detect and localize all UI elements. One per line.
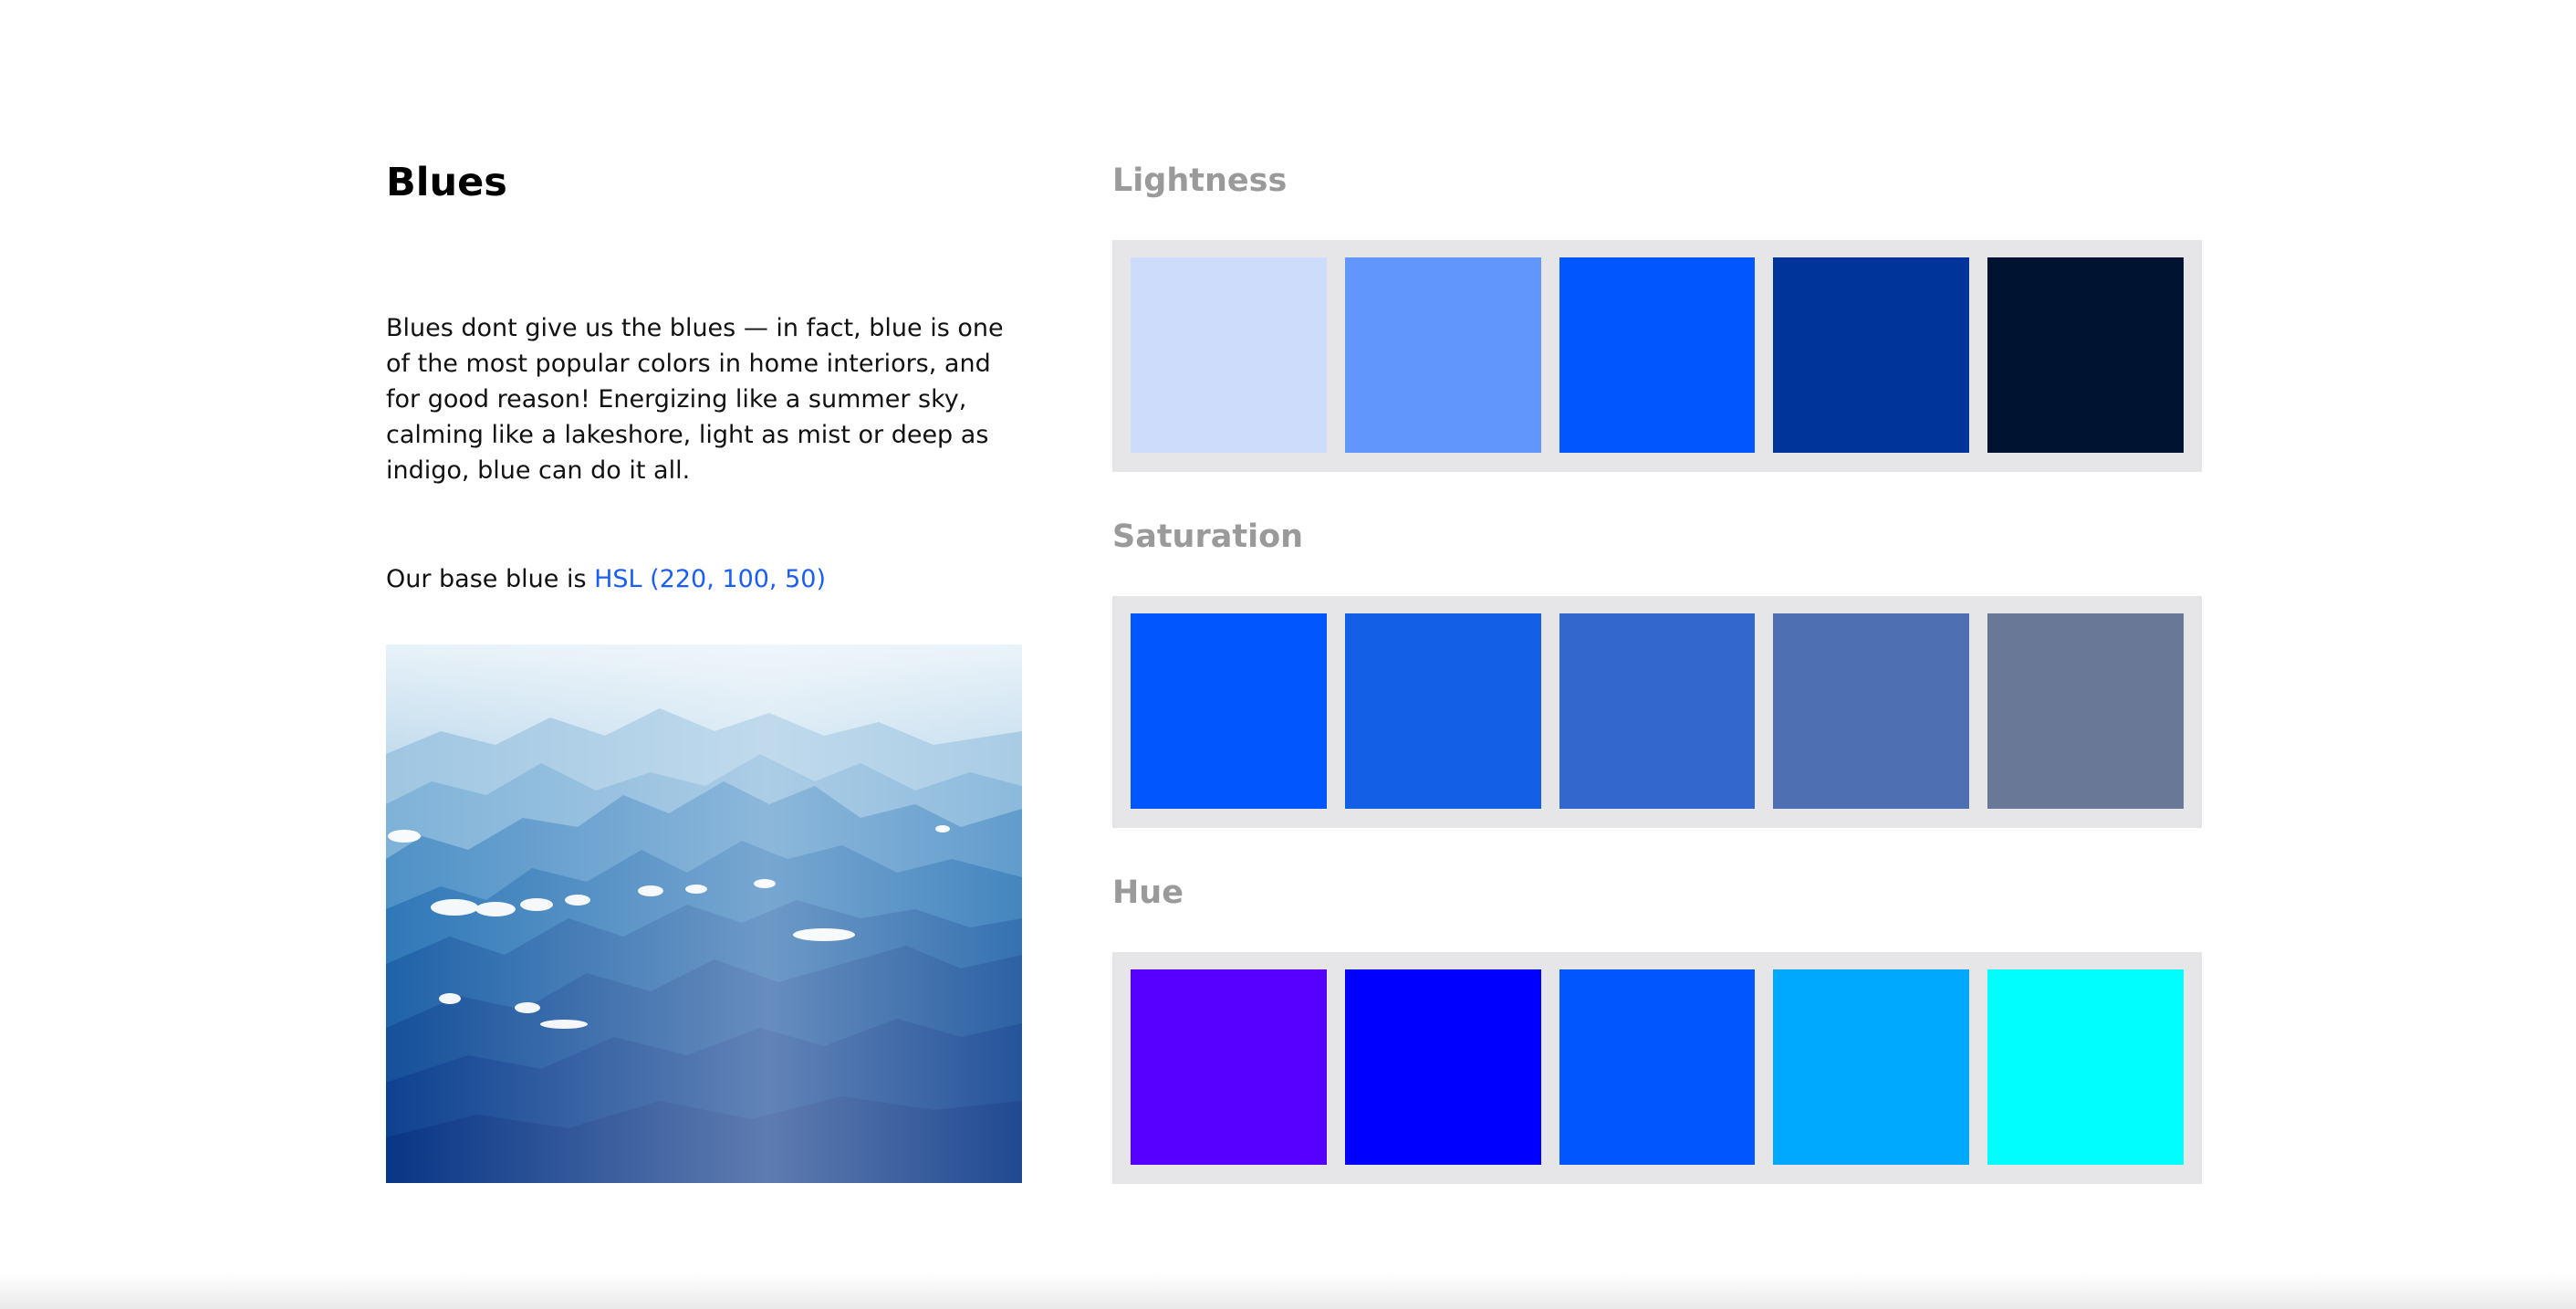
intro-column: Blues Blues dont give us the blues — in …	[386, 146, 1025, 593]
palette-hue	[1112, 952, 2202, 1184]
swatch-lightness-2[interactable]	[1344, 257, 1541, 453]
swatch-hue-2[interactable]	[1344, 969, 1541, 1165]
swatch-saturation-4[interactable]	[1773, 613, 1970, 809]
swatch-hue-1[interactable]	[1131, 969, 1327, 1165]
swatch-lightness-4[interactable]	[1773, 257, 1970, 453]
swatch-hue-4[interactable]	[1773, 969, 1970, 1165]
swatch-hue-3[interactable]	[1559, 969, 1756, 1165]
swatch-saturation-5[interactable]	[1987, 613, 2184, 809]
base-color-line: Our base blue is HSL (220, 100, 50)	[386, 561, 826, 597]
swatch-lightness-3[interactable]	[1559, 257, 1756, 453]
page-title: Blues	[386, 160, 507, 205]
swatch-saturation-3[interactable]	[1559, 613, 1756, 809]
section-label-saturation: Saturation	[1112, 518, 1304, 555]
base-color-prefix: Our base blue is	[386, 565, 595, 593]
mountain-landscape-graphic	[386, 644, 1022, 1183]
base-color-link[interactable]: HSL (220, 100, 50)	[594, 565, 826, 593]
palette-saturation	[1112, 596, 2202, 828]
swatch-saturation-1[interactable]	[1131, 613, 1327, 809]
swatch-hue-5[interactable]	[1987, 969, 2184, 1165]
swatch-lightness-1[interactable]	[1131, 257, 1327, 453]
description-text: Blues dont give us the blues — in fact, …	[386, 314, 1004, 485]
swatch-lightness-5[interactable]	[1987, 257, 2184, 453]
page: Blues Blues dont give us the blues — in …	[0, 0, 2576, 1309]
section-label-hue: Hue	[1112, 874, 1184, 911]
bottom-edge-shadow	[0, 1272, 2576, 1309]
section-label-lightness: Lightness	[1112, 162, 1288, 199]
mountain-landscape-image	[386, 644, 1022, 1183]
palette-lightness	[1112, 240, 2202, 472]
swatch-saturation-2[interactable]	[1344, 613, 1541, 809]
